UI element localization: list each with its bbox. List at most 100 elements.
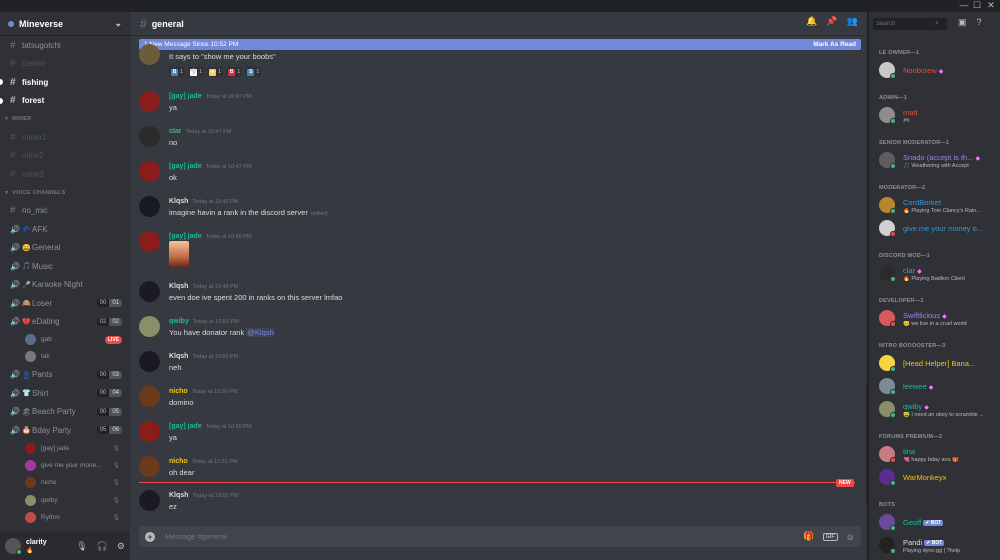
gift-icon[interactable]: 🎁 [803, 531, 814, 542]
channel-list: # tatsugotchi # casino # fishing # forest ▼ MINER… [0, 36, 130, 526]
channel-casino[interactable]: # casino [0, 55, 130, 74]
voice-user[interactable]: tak [0, 348, 130, 365]
members-icon[interactable]: 👥 [846, 16, 857, 27]
member-item[interactable]: Pandi ✔ BOT Playing dyno.gg | ?help [879, 535, 997, 557]
pin-icon[interactable]: 📌 [826, 16, 837, 27]
voice-channel-karaoke-night[interactable]: 🔊 🎤 Karaoke Night [0, 276, 130, 295]
member-item[interactable]: [Head Helper] Bana... [879, 353, 997, 375]
avatar[interactable] [139, 456, 160, 477]
avatar[interactable] [139, 126, 160, 147]
voice-channel-bday-party[interactable]: 🔊 🎂 Bday Party 05 06 [0, 421, 130, 440]
message-input[interactable] [165, 532, 804, 541]
message-author[interactable]: Klqsh [169, 283, 188, 290]
member-item[interactable]: Noobcrew ◆ [879, 60, 997, 82]
emoji-icon[interactable]: ☺ [846, 532, 855, 542]
user-mention[interactable]: @Klqsh [246, 328, 275, 337]
message-author[interactable]: [gay] jade [169, 233, 202, 240]
inbox-icon[interactable]: ▣ [958, 17, 967, 28]
message-author[interactable]: Klqsh [169, 492, 188, 499]
reaction[interactable]: ● 1 [207, 67, 224, 77]
member-name: tina [903, 447, 916, 456]
channel-fishing[interactable]: # fishing [0, 73, 130, 92]
channel-miner1[interactable]: # miner1 [0, 128, 130, 147]
message-author[interactable]: [gay] jade [169, 163, 202, 170]
message-author[interactable]: clar [169, 128, 181, 135]
avatar[interactable] [139, 316, 160, 337]
member-item[interactable]: WarMonkeyx [879, 467, 997, 489]
voice-channel-general[interactable]: 🔊 😀 General [0, 239, 130, 258]
channel-mine2[interactable]: # mine2 [0, 147, 130, 166]
reaction[interactable]: S1 [245, 67, 262, 77]
voice-channel-shirt[interactable]: 🔊 👕 Shirt 00 04 [0, 384, 130, 403]
member-item[interactable]: give me your money o... [879, 218, 997, 240]
member-item[interactable]: tina 💘 happy bday ana 🎁 [879, 444, 997, 466]
avatar[interactable] [139, 231, 160, 252]
avatar[interactable] [5, 538, 22, 555]
avatar[interactable] [139, 161, 160, 182]
voice-channel-afk[interactable]: 🔊 💤 AFK [0, 220, 130, 239]
member-item[interactable]: leewee ◆ [879, 376, 997, 398]
voice-user[interactable]: nicho 🎙 [0, 474, 130, 491]
voice-channel-beach-party[interactable]: 🔊 🏖 Beach Party 00 05 [0, 403, 130, 422]
member-item[interactable]: clar ◆ 🔥 Playing Badlion Client [879, 263, 997, 285]
voice-channel-pants[interactable]: 🔊 👖 Pants 00 03 [0, 366, 130, 385]
avatar[interactable] [139, 91, 160, 112]
member-item[interactable]: Swiftlicious ◆ 🥺 we live in a cruel world [879, 308, 997, 330]
avatar[interactable] [139, 386, 160, 407]
message-timestamp: Today at 10:50 PM [192, 354, 239, 360]
member-item[interactable]: Snado (accept is th... ◆ 🎵 Weathering with… [879, 150, 997, 172]
help-icon[interactable]: ? [977, 17, 982, 28]
gear-icon[interactable]: ⚙ [117, 541, 125, 552]
message-author[interactable]: [gay] jade [169, 423, 202, 430]
reaction[interactable]: B1 [169, 67, 186, 77]
voice-user[interactable]: give me your mone... 🎙 [0, 457, 130, 474]
channel-no-mic[interactable]: # no_mic [0, 202, 130, 221]
headphones-icon[interactable]: 🎧 [97, 541, 108, 552]
voice-user[interactable]: Rythm 🎙 [0, 509, 130, 526]
user-limit: 05 [109, 407, 122, 416]
avatar[interactable] [139, 281, 160, 302]
channel-mine3[interactable]: # mine3 [0, 165, 130, 184]
reaction[interactable]: ⚾ 1 [188, 67, 205, 77]
microphone-icon[interactable]: 🎙 [76, 541, 87, 552]
add-attachment-icon[interactable]: + [145, 531, 155, 542]
avatar[interactable] [139, 490, 160, 511]
avatar[interactable] [139, 44, 160, 65]
voice-user[interactable]: [gay] jade 🎙 [0, 440, 130, 457]
message-author[interactable]: Klqsh [169, 198, 188, 205]
maximize-button[interactable]: ☐ [971, 0, 983, 11]
channel-forest[interactable]: # forest [0, 92, 130, 111]
avatar[interactable] [139, 421, 160, 442]
category-voice[interactable]: ▼ VOICE CHANNELS [0, 184, 130, 202]
channel-tatsugotchi[interactable]: # tatsugotchi [0, 36, 130, 55]
avatar[interactable] [139, 351, 160, 372]
category-miner[interactable]: ▼ MINER [0, 110, 130, 128]
member-item[interactable]: matt 🎮 [879, 105, 997, 127]
message-author[interactable]: nicho [169, 458, 188, 465]
voice-channel-music[interactable]: 🔊 🎵 Music [0, 257, 130, 276]
member-group-label: MODERATOR—2 [879, 185, 926, 191]
reaction[interactable]: B1 [226, 67, 243, 77]
new-messages-banner[interactable]: 1 New Message Since 10:52 PM Mark As Rea… [139, 39, 861, 50]
message-author[interactable]: Klqsh [169, 353, 188, 360]
voice-channel-loser[interactable]: 🔊 🙈 Loser 00 01 [0, 294, 130, 313]
image-attachment[interactable] [169, 241, 189, 267]
message-author[interactable]: nicho [169, 388, 188, 395]
member-item[interactable]: qwiby ◆ 😅 I need an obey to scramble ... [879, 399, 997, 421]
bell-icon[interactable]: 🔔 [806, 16, 817, 27]
message-author[interactable]: [gay] jade [169, 93, 202, 100]
voice-user[interactable]: qwiby 🎙 [0, 491, 130, 508]
avatar[interactable] [139, 196, 160, 217]
minimize-button[interactable]: — [958, 0, 970, 11]
channel-emoji-icon: 🙈 [22, 300, 31, 308]
close-button[interactable]: ✕ [985, 0, 997, 11]
message-author[interactable]: qwiby [169, 318, 189, 325]
voice-user[interactable]: gab LIVE [0, 331, 130, 348]
member-item[interactable]: CordBorket 🔥 Playing Tom Clancy's Rain... [879, 195, 997, 217]
mark-as-read-button[interactable]: Mark As Read [813, 41, 856, 48]
voice-channel-edating[interactable]: 🔊 💔 eDating 02 02 [0, 313, 130, 332]
status-icon [890, 73, 896, 79]
gif-button[interactable]: GIF [822, 532, 838, 541]
member-item[interactable]: Geoff ✔ BOT [879, 512, 997, 534]
server-header[interactable]: Mineverse ⌄ [0, 12, 130, 36]
